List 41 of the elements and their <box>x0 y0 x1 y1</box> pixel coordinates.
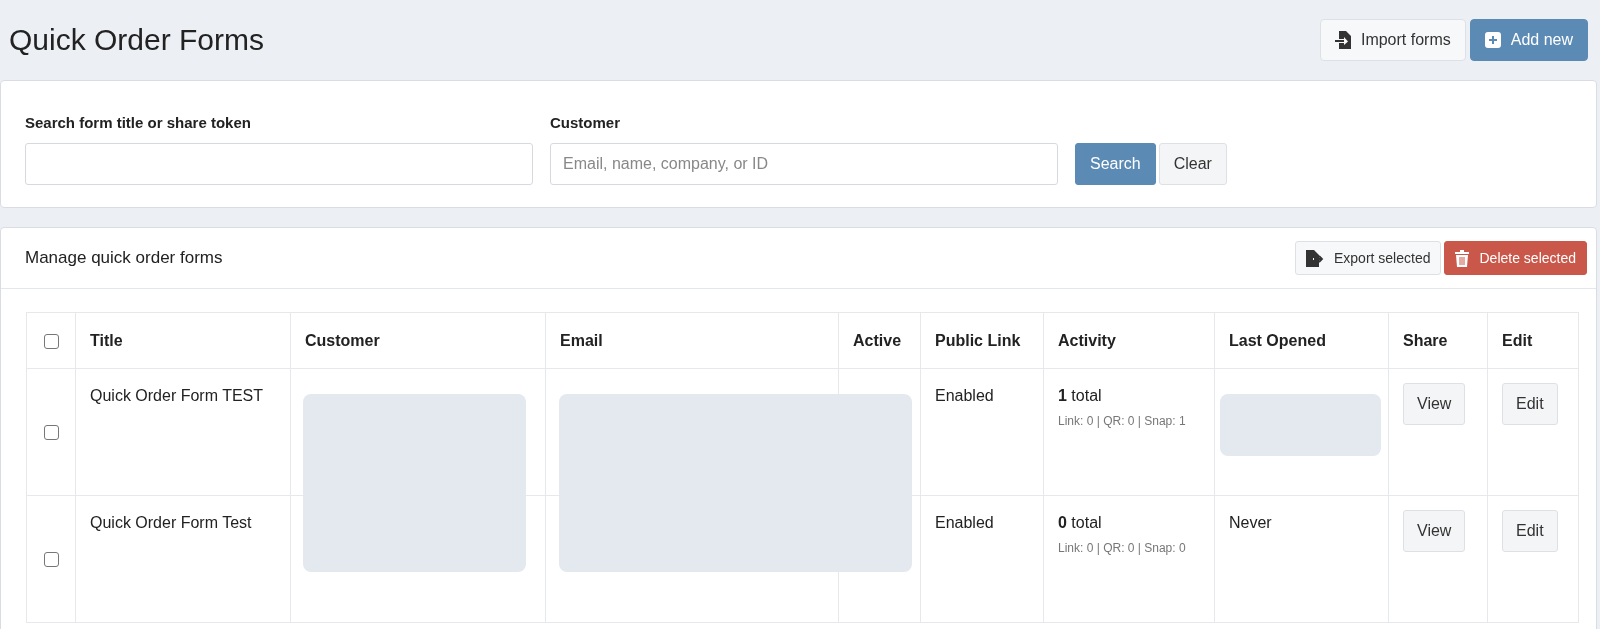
view-button[interactable]: View <box>1403 383 1466 425</box>
trash-icon <box>1455 249 1470 267</box>
field-label: Customer <box>550 114 621 131</box>
column-header: Active <box>838 312 921 369</box>
activity-detail: Link: 0 | QR: 0 | Snap: 0 <box>1058 541 1187 555</box>
export-button[interactable]: Export selected <box>1295 241 1442 275</box>
column-header: Customer <box>290 312 546 369</box>
column-header: Edit <box>1487 312 1579 369</box>
row-checkbox[interactable] <box>43 425 59 441</box>
plus-icon <box>1484 32 1501 48</box>
table-cell: Quick Order Form TEST <box>75 368 291 496</box>
column-header: Last Opened <box>1214 312 1389 369</box>
edit-button[interactable]: Edit <box>1502 383 1558 425</box>
delete-button[interactable]: Delete selected <box>1444 241 1587 275</box>
view-button[interactable]: View <box>1403 510 1466 552</box>
column-header: Share <box>1388 312 1488 369</box>
header-button[interactable]: Import forms <box>1319 19 1466 61</box>
column-header: Activity <box>1043 312 1215 369</box>
search-button[interactable]: Search <box>1075 143 1156 185</box>
panel-title: Manage quick order forms <box>25 248 223 268</box>
file-import-icon <box>1334 31 1351 49</box>
activity-total: 0 total <box>1058 514 1103 532</box>
column-header: Public Link <box>920 312 1044 369</box>
table-cell: Enabled <box>920 495 1044 623</box>
column-header: Email <box>545 312 839 369</box>
column-header: Title <box>75 312 291 369</box>
header-button[interactable]: Add new <box>1469 19 1588 61</box>
edit-button[interactable]: Edit <box>1502 510 1558 552</box>
search-field[interactable] <box>25 143 533 185</box>
customer-field[interactable]: Email, name, company, or ID <box>550 143 1058 185</box>
activity-detail: Link: 0 | QR: 0 | Snap: 1 <box>1058 414 1187 428</box>
table-cell: Enabled <box>920 368 1044 496</box>
row-checkbox[interactable] <box>43 552 59 568</box>
table-cell: Never <box>1229 514 1272 531</box>
file-export-icon <box>1306 249 1324 267</box>
clear-button[interactable]: Clear <box>1158 143 1227 185</box>
page-title: Quick Order Forms <box>9 23 265 57</box>
table-cell: Quick Order Form Test <box>75 495 291 623</box>
field-label: Search form title or share token <box>25 114 252 131</box>
activity-total: 1 total <box>1058 387 1103 405</box>
select-all-checkbox[interactable] <box>43 333 59 349</box>
